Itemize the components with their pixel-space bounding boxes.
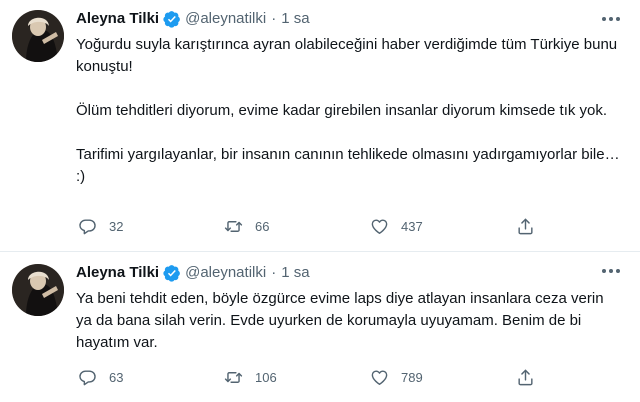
heart-icon [371,370,388,385]
avatar-photo-icon [12,264,64,316]
like-button[interactable]: 789 [370,368,516,387]
author-handle[interactable]: @aleynatilki [185,263,266,283]
reply-icon [79,370,96,386]
separator: · [271,10,277,27]
author-name[interactable]: Aleyna Tilki [76,9,159,29]
tweet-header: Aleyna Tilki @aleynatilki · 1 sa [76,9,620,29]
reply-count: 32 [109,219,124,234]
reply-button[interactable]: 63 [78,368,224,387]
retweet-icon [224,221,243,232]
tweet-text: Ya beni tehdit eden, böyle özgürce evime… [76,288,620,354]
retweet-count: 66 [255,219,270,234]
share-icon [518,218,533,235]
retweet-count: 106 [255,370,277,385]
share-button[interactable] [516,217,535,236]
reply-icon [79,219,96,235]
reply-count: 63 [109,370,124,385]
tweet[interactable]: Aleyna Tilki @aleynatilki · 1 sa Yoğurdu… [0,0,640,252]
like-button[interactable]: 437 [370,217,516,236]
author-handle[interactable]: @aleynatilki [185,9,266,29]
tweet-paragraph: Ölüm tehditleri diyorum, evime kadar gir… [76,102,608,119]
tweet-paragraph: Tarifimi yargılayanlar, bir insanın canı… [76,146,620,185]
avatar-photo-icon [12,10,64,62]
tweet-actions: 32 66 437 [78,217,620,236]
retweet-icon [224,372,243,383]
tweet-paragraph: Ya beni tehdit eden, böyle özgürce evime… [76,290,604,351]
reply-button[interactable]: 32 [78,217,224,236]
timestamp[interactable]: 1 sa [281,9,309,29]
share-icon [518,369,533,386]
share-button[interactable] [516,368,535,387]
avatar[interactable] [12,264,64,316]
verified-badge-icon [163,10,181,28]
timestamp[interactable]: 1 sa [281,263,309,283]
heart-icon [371,219,388,234]
author-name[interactable]: Aleyna Tilki [76,263,159,283]
separator: · [271,264,277,281]
tweet-header: Aleyna Tilki @aleynatilki · 1 sa [76,263,620,283]
tweet-content: Aleyna Tilki @aleynatilki · 1 sa Ya beni… [76,263,620,354]
tweet-paragraph: Yoğurdu suyla karıştırınca ayran olabile… [76,36,618,75]
tweet-actions: 63 106 789 [78,368,620,387]
like-count: 789 [401,370,423,385]
avatar[interactable] [12,10,64,62]
retweet-button[interactable]: 66 [224,217,370,236]
tweet[interactable]: Aleyna Tilki @aleynatilki · 1 sa Ya beni… [0,252,640,402]
retweet-button[interactable]: 106 [224,368,370,387]
like-count: 437 [401,219,423,234]
verified-badge-icon [163,264,181,282]
tweet-content: Aleyna Tilki @aleynatilki · 1 sa Yoğurdu… [76,9,620,188]
tweet-text: Yoğurdu suyla karıştırınca ayran olabile… [76,34,620,188]
